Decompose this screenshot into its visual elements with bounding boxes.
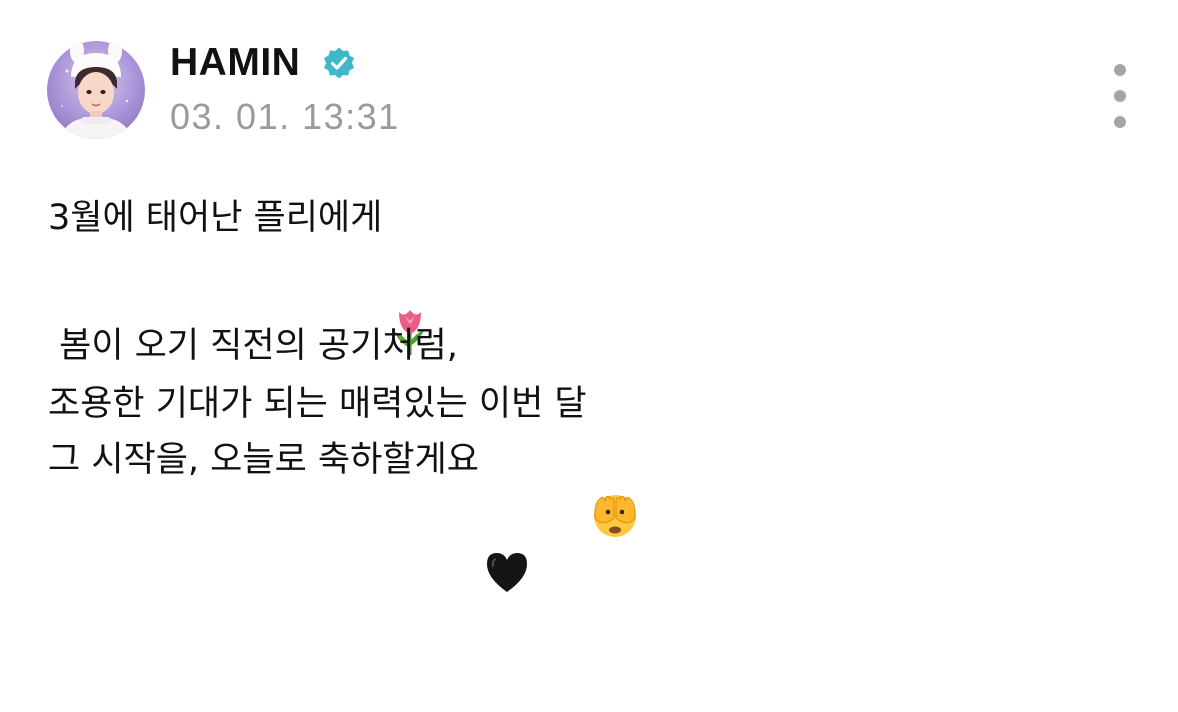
avatar-illustration [61, 41, 131, 139]
post-line-2: 봄이 오기 직전의 공기처럼, [48, 318, 458, 374]
post-line-4-text: 그 시작을, 오늘로 축하할게요 [48, 440, 479, 480]
timestamp: 03. 01. 13:31 [170, 96, 400, 137]
more-vertical-icon-dot-2 [1114, 90, 1126, 102]
verified-badge-icon [322, 46, 356, 80]
face-with-hands-over-eyes-emoji [591, 376, 639, 537]
post-line-3-text: 조용한 기대가 되는 매력있는 이번 달 [48, 384, 587, 424]
post-line-1-text: 3월에 태어난 플리에게 [48, 198, 383, 238]
post-card: HAMIN 03. 01. 13:31 3월에 태어난 플리에게 봄이 오기 직… [0, 0, 1178, 592]
black-heart-emoji [483, 432, 531, 592]
post-line-1: 3월에 태어난 플리에게 [48, 190, 434, 356]
avatar[interactable] [47, 41, 145, 139]
author-name[interactable]: HAMIN [170, 40, 300, 86]
more-options-button[interactable] [1100, 64, 1140, 128]
tulip-emoji [386, 190, 434, 356]
more-vertical-icon-dot-1 [1114, 64, 1126, 76]
post-line-2-text: 봄이 오기 직전의 공기처럼, [48, 326, 458, 366]
post-line-4: 그 시작을, 오늘로 축하할게요 [48, 432, 531, 592]
post-line-3: 조용한 기대가 되는 매력있는 이번 달 [48, 376, 639, 537]
more-vertical-icon-dot-3 [1114, 116, 1126, 128]
